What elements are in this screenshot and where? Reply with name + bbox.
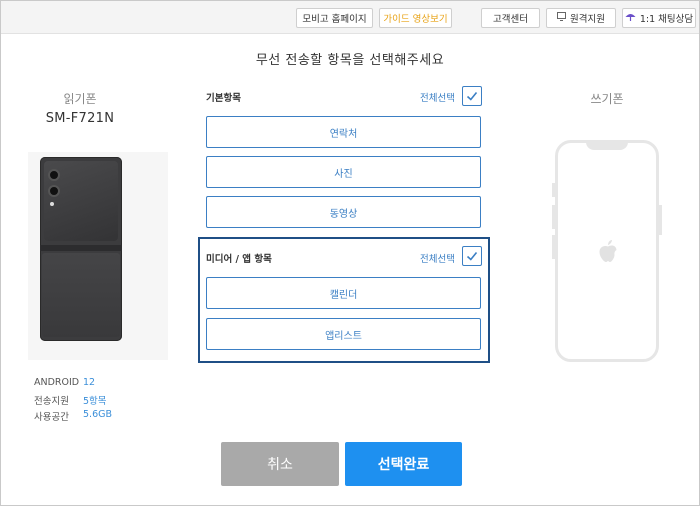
spec-value-android: 12 xyxy=(83,377,96,388)
spec-key-android: ANDROID xyxy=(34,377,80,388)
source-model-name: SM-F721N xyxy=(45,111,115,126)
option-app-list[interactable]: 앱리스트 xyxy=(206,318,481,350)
media-select-all-label[interactable]: 전체선택 xyxy=(420,251,455,265)
basic-section-label: 기본항목 xyxy=(206,93,241,104)
check-icon xyxy=(466,251,478,261)
spec-key-transfer: 전송지원 xyxy=(34,396,69,407)
source-phone-label: 읽기폰 xyxy=(63,92,97,106)
camera-lens-icon xyxy=(48,185,60,197)
option-calendar[interactable]: 캘린더 xyxy=(206,277,481,309)
flash-icon xyxy=(50,202,54,206)
option-contacts[interactable]: 연락처 xyxy=(206,116,481,148)
remote-support-button[interactable]: 원격지원 xyxy=(546,8,616,28)
media-section-label: 미디어 / 앱 항목 xyxy=(206,254,272,265)
spec-key-storage: 사용공간 xyxy=(34,412,69,423)
customer-center-button[interactable]: 고객센터 xyxy=(481,8,540,28)
top-toolbar: 모비고 홈페이지 가이드 영상보기 고객센터 원격지원 1:1 채팅상담 xyxy=(1,1,699,34)
mobile-home-button[interactable]: 모비고 홈페이지 xyxy=(296,8,373,28)
spec-value-storage: 5.6GB xyxy=(83,409,112,420)
phone-notch xyxy=(586,140,628,150)
remote-monitor-icon xyxy=(557,12,567,24)
phone-side-button xyxy=(552,183,555,197)
basic-select-all-checkbox[interactable] xyxy=(462,86,482,106)
phone-hinge xyxy=(40,245,122,251)
page-title: 무선 전송할 항목을 선택해주세요 xyxy=(255,53,445,68)
camera-lens-icon xyxy=(48,169,60,181)
check-icon xyxy=(466,91,478,101)
select-done-button[interactable]: 선택완료 xyxy=(345,442,462,486)
phone-power-button xyxy=(659,205,662,235)
phone-lower-half xyxy=(42,253,120,337)
phone-side-button xyxy=(552,235,555,259)
media-select-all-checkbox[interactable] xyxy=(462,246,482,266)
target-phone-label: 쓰기폰 xyxy=(590,92,624,106)
spec-value-transfer: 5항목 xyxy=(83,396,107,407)
guide-video-button[interactable]: 가이드 영상보기 xyxy=(379,8,452,28)
chat-umbrella-icon xyxy=(625,12,636,25)
option-videos[interactable]: 동영상 xyxy=(206,196,481,228)
galaxy-flip-phone-image xyxy=(40,157,122,341)
cancel-button[interactable]: 취소 xyxy=(221,442,339,486)
option-photos[interactable]: 사진 xyxy=(206,156,481,188)
phone-side-button xyxy=(552,205,555,229)
apple-logo-icon xyxy=(599,240,617,262)
iphone-outline-image xyxy=(552,140,662,362)
basic-select-all-label[interactable]: 전체선택 xyxy=(420,90,455,104)
chat-consult-button[interactable]: 1:1 채팅상담 xyxy=(622,8,696,28)
